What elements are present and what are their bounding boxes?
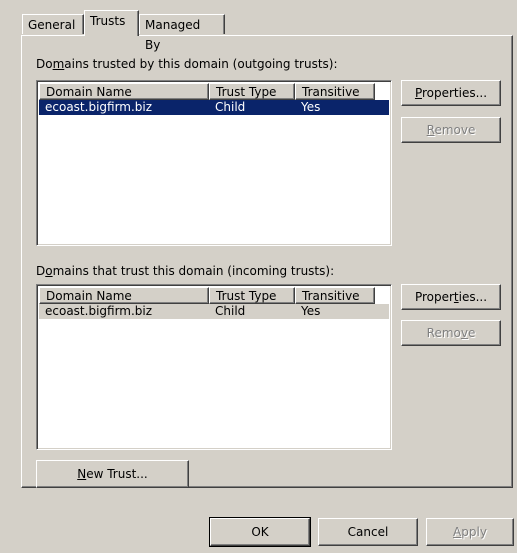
outgoing-trusts-list[interactable]: Domain Name Trust Type Transitive ecoast… (36, 80, 392, 246)
incoming-trust-row[interactable]: ecoast.bigfirm.biz Child Yes (39, 304, 389, 319)
row-trust-type: Child (215, 304, 246, 318)
column-header-transitive[interactable]: Transitive (295, 287, 375, 304)
apply-button[interactable]: Apply (426, 518, 514, 546)
column-header-trust-type[interactable]: Trust Type (209, 287, 295, 304)
new-trust-button[interactable]: New Trust... (36, 460, 189, 488)
row-transitive: Yes (301, 100, 321, 114)
row-domain-name: ecoast.bigfirm.biz (45, 304, 153, 318)
outgoing-properties-button[interactable]: Properties... (401, 80, 501, 106)
outgoing-remove-button[interactable]: Remove (401, 117, 501, 143)
incoming-remove-button[interactable]: Remove (401, 320, 501, 346)
column-header-domain-name[interactable]: Domain Name (39, 83, 209, 100)
row-trust-type: Child (215, 100, 246, 114)
incoming-properties-button[interactable]: Properties... (401, 284, 501, 310)
incoming-trusts-label: Domains that trust this domain (incoming… (36, 264, 335, 278)
cancel-button[interactable]: Cancel (318, 518, 418, 546)
tab-trusts-label: Trusts (90, 14, 126, 28)
column-header-transitive[interactable]: Transitive (295, 83, 375, 100)
column-header-domain-name[interactable]: Domain Name (39, 287, 209, 304)
ok-button[interactable]: OK (209, 517, 311, 547)
tab-general-label: General (28, 18, 76, 32)
row-transitive: Yes (301, 304, 321, 318)
incoming-list-header: Domain Name Trust Type Transitive (39, 287, 389, 304)
tab-managed-by[interactable]: Managed By (139, 14, 225, 52)
row-domain-name: ecoast.bigfirm.biz (45, 100, 153, 114)
column-header-trust-type[interactable]: Trust Type (209, 83, 295, 100)
outgoing-list-header: Domain Name Trust Type Transitive (39, 83, 389, 100)
outgoing-trust-row[interactable]: ecoast.bigfirm.biz Child Yes (39, 100, 389, 115)
outgoing-trusts-label: Domains trusted by this domain (outgoing… (36, 57, 338, 71)
tab-general[interactable]: General (22, 14, 84, 34)
incoming-trusts-list[interactable]: Domain Name Trust Type Transitive ecoast… (36, 284, 392, 450)
tab-trusts[interactable]: Trusts (84, 10, 139, 36)
